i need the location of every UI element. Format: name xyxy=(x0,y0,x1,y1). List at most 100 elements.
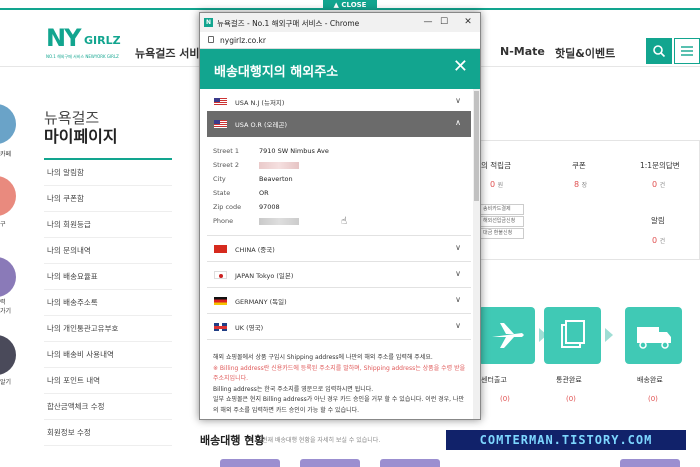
country-row-japan[interactable]: JAPAN Tokyo (일본) ∨ xyxy=(207,262,471,288)
close-banner-button[interactable]: ▲ CLOSE xyxy=(323,0,377,10)
step-count-customs[interactable]: (0) xyxy=(566,395,576,403)
street1-value[interactable]: 7910 SW Nimbus Ave xyxy=(259,147,329,155)
chevron-down-icon: ∨ xyxy=(455,321,461,330)
zip-value[interactable]: 97008 xyxy=(259,203,280,211)
street2-row: Street 2 xyxy=(213,161,463,174)
step-label-center-out: 센터출고 xyxy=(481,376,507,384)
country-row-germany[interactable]: GERMANY (독일) ∨ xyxy=(207,288,471,314)
mypage-menu-item[interactable]: 나의 포인트 내역 xyxy=(44,368,172,394)
search-button[interactable] xyxy=(646,38,672,64)
note-2-warning: ※ Billing address란 신용카드에 등록된 주소지를 말하며, S… xyxy=(213,364,466,383)
chevron-down-icon: ∨ xyxy=(455,243,461,252)
url-text: nygirlz.co.kr xyxy=(220,36,266,45)
quick-label-1: 카페 xyxy=(0,151,12,158)
mypage-menu-item[interactable]: 나의 배송비 사용내역 xyxy=(44,342,172,368)
stat-coupon-value[interactable]: 8 장 xyxy=(574,180,587,189)
watermark: COMTERMAN.TISTORY.COM xyxy=(446,430,686,450)
note-3: Billing address는 한국 주소지를 영문으로 입력하시면 됩니다. xyxy=(213,385,374,393)
quick-item-4-icon[interactable] xyxy=(0,335,16,375)
status-tab-1[interactable] xyxy=(220,459,280,467)
quick-refund[interactable]: 대금 환불신청 xyxy=(480,228,524,239)
quick-card-payment[interactable]: 송비카드결제 xyxy=(480,204,524,215)
mypage-menu-item[interactable]: 나의 문의내역 xyxy=(44,238,172,264)
window-title: 뉴욕걸즈 - No.1 해외구매 서비스 - Chrome xyxy=(217,19,360,28)
us-flag-icon xyxy=(214,120,227,128)
popup-scrollbar[interactable] xyxy=(473,89,480,419)
step-count-delivered[interactable]: (0) xyxy=(648,395,658,403)
modal-header: 배송대행지의 해외주소 ✕ xyxy=(200,49,480,89)
address-popup-window: N 뉴욕걸즈 - No.1 해외구매 서비스 - Chrome — ☐ ✕ ny… xyxy=(199,12,481,420)
stat-coupon-label: 쿠폰 xyxy=(572,161,586,170)
scrollbar-thumb[interactable] xyxy=(474,91,479,201)
customs-document-icon xyxy=(544,307,601,364)
country-row-usa-or[interactable]: USA O.R (오레곤) ∧ xyxy=(207,111,471,137)
country-row-uk[interactable]: UK (영국) ∨ xyxy=(207,314,471,340)
step-label-customs: 통관완료 xyxy=(556,376,582,384)
phone-row: Phone xyxy=(213,217,463,230)
window-titlebar[interactable]: N 뉴욕걸즈 - No.1 해외구매 서비스 - Chrome — ☐ ✕ xyxy=(200,13,480,32)
stat-points-label: 의 적립금 xyxy=(481,161,511,170)
mypage-menu-item[interactable]: 나의 알림함 xyxy=(44,160,172,186)
mypage-title: 마이페이지 xyxy=(44,127,118,146)
street2-value-redacted xyxy=(259,161,299,169)
shipping-status-title: 배송대행 현황 xyxy=(200,434,265,447)
de-flag-icon xyxy=(214,297,227,305)
mypage-menu-item[interactable]: 회원정보 수정 xyxy=(44,420,172,446)
close-label: CLOSE xyxy=(341,1,367,9)
stat-qna-label: 1:1문의답변 xyxy=(640,161,680,170)
quick-cafe-icon[interactable] xyxy=(0,104,16,144)
mypage-menu-item[interactable]: 나의 배송요율표 xyxy=(44,264,172,290)
nav-hotdeal[interactable]: 핫딜&이벤트 xyxy=(555,45,615,61)
stat-points-value[interactable]: 0 원 xyxy=(490,180,503,189)
modal-close-icon[interactable]: ✕ xyxy=(453,57,468,77)
quick-label-4: 알기 xyxy=(0,379,12,386)
mypage-menu-item[interactable]: 나의 배송주소록 xyxy=(44,290,172,316)
city-value[interactable]: Beaverton xyxy=(259,175,293,183)
status-tab-2[interactable] xyxy=(300,459,360,467)
country-name: CHINA (중국) xyxy=(235,246,275,254)
delivery-truck-icon xyxy=(625,307,682,364)
country-name: UK (영국) xyxy=(235,324,264,332)
mypage-menu-item[interactable]: 나의 쿠폰함 xyxy=(44,186,172,212)
step-label-delivered: 배송완료 xyxy=(637,376,663,384)
site-logo[interactable]: NY GIRLZ NO.1 해외구매 서비스 NEWYORK GIRLZ xyxy=(46,24,121,60)
mypage-menu-item[interactable]: 합산금액체크 수정 xyxy=(44,394,172,420)
note-1: 해외 쇼핑몰에서 상품 구입시 Shipping address에 나만의 해외… xyxy=(213,354,433,361)
stats-panel xyxy=(478,140,700,260)
cn-flag-icon xyxy=(214,245,227,253)
state-value[interactable]: OR xyxy=(259,189,269,197)
status-tab-4[interactable] xyxy=(620,459,680,467)
hand-cursor-icon: ☝ xyxy=(341,216,348,227)
mypage-menu-item[interactable]: 나의 개인통관고유부호 xyxy=(44,316,172,342)
state-row: State OR xyxy=(213,189,269,197)
stat-qna-value[interactable]: 0 건 xyxy=(652,180,665,189)
us-flag-icon xyxy=(214,98,227,106)
mypage-menu-item[interactable]: 나의 회원등급 xyxy=(44,212,172,238)
nav-nmate[interactable]: N-Mate xyxy=(500,45,545,58)
country-name: USA O.R (오레곤) xyxy=(235,121,288,129)
address-notes: 해외 쇼핑몰에서 상품 구입시 Shipping address에 나만의 해외… xyxy=(213,353,469,416)
country-row-china[interactable]: CHINA (중국) ∨ xyxy=(207,236,471,262)
chevron-down-icon: ∨ xyxy=(455,96,461,105)
quick-item-3-icon[interactable] xyxy=(0,257,16,297)
logo-main: NY xyxy=(46,24,81,52)
zip-row: Zip code 97008 xyxy=(213,203,280,211)
maximize-icon[interactable]: ☐ xyxy=(438,16,450,28)
country-name: GERMANY (독일) xyxy=(235,298,287,306)
step-count-center-out[interactable]: (0) xyxy=(500,395,510,403)
quick-item-2-icon[interactable] xyxy=(0,176,16,216)
quick-prepayment[interactable]: 해외선입금신청 xyxy=(480,216,524,227)
status-tab-3[interactable] xyxy=(380,459,440,467)
window-close-icon[interactable]: ✕ xyxy=(462,16,474,28)
address-bar[interactable]: nygirlz.co.kr xyxy=(200,32,480,49)
menu-button[interactable] xyxy=(674,38,700,64)
note-4: 일부 쇼핑몰은 현지 Billing address가 아닌 경우 카드 승인을… xyxy=(213,396,465,414)
airplane-icon xyxy=(478,307,535,364)
site-favicon-icon: N xyxy=(204,18,213,27)
minimize-icon[interactable]: — xyxy=(422,16,434,28)
stat-alert-value[interactable]: 0 건 xyxy=(652,236,665,245)
city-row: City Beaverton xyxy=(213,175,293,183)
hamburger-icon xyxy=(681,46,693,56)
street1-row: Street 1 7910 SW Nimbus Ave xyxy=(213,147,329,155)
quick-label-2: 구 xyxy=(0,221,6,228)
